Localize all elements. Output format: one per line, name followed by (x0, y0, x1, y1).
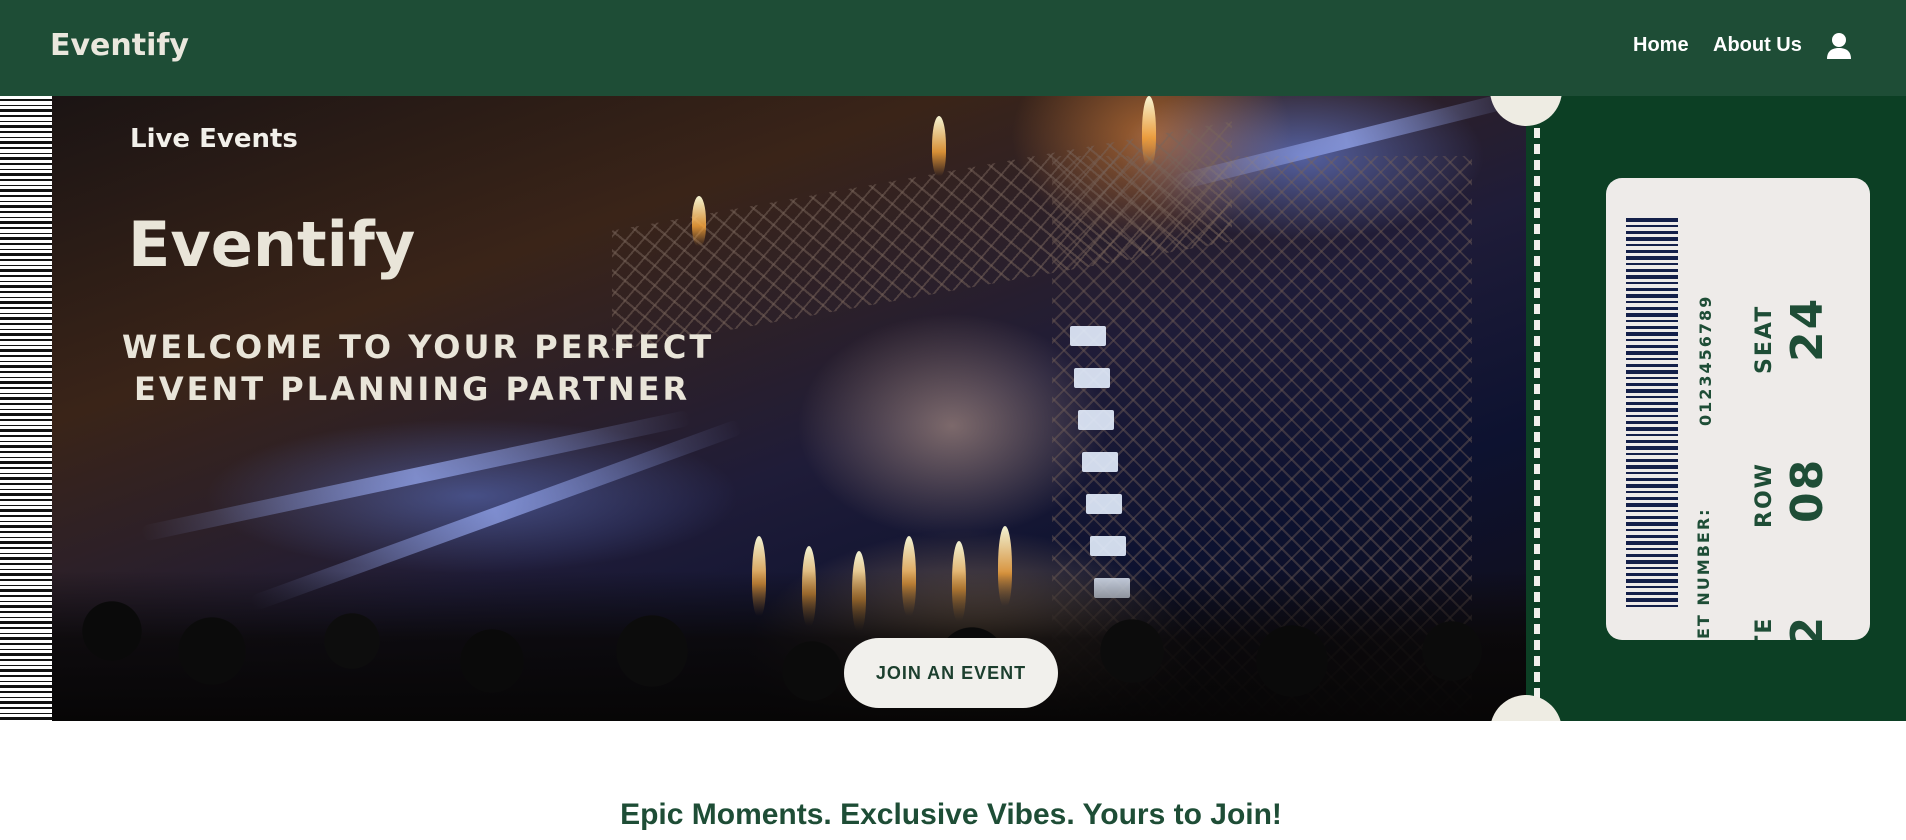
seat-label: SEAT (1752, 304, 1777, 374)
seat-value: 24 (1782, 296, 1833, 362)
stage-flame (692, 196, 706, 246)
join-event-button[interactable]: JOIN AN EVENT (844, 638, 1058, 708)
crowd-silhouette (52, 571, 1526, 721)
section-tagline: Epic Moments. Exclusive Vibes. Yours to … (0, 798, 1906, 832)
stage-flame (932, 116, 946, 176)
ticket-number-label: TICKET NUMBER: (1694, 507, 1713, 640)
stage-screen-light (1090, 536, 1126, 556)
hero-ticket-banner: Live Events Eventify WELCOME TO YOUR PER… (0, 96, 1906, 721)
stage-screen-light (1070, 326, 1106, 346)
perforation-dashes (1534, 96, 1540, 721)
ticket-number-value: 0123456789 (1696, 294, 1715, 426)
tagline-text: Epic Moments. Exclusive Vibes. Yours to … (620, 798, 1282, 831)
brand-logo[interactable]: Eventify (50, 28, 189, 63)
stage-screen-light (1082, 452, 1118, 472)
ticket-perforation-area (1526, 96, 1556, 721)
barcode-strip-decoration (0, 96, 52, 721)
stage-screen-light (1078, 410, 1114, 430)
ticket-card: TICKET NUMBER: 0123456789 GATE 12 ROW 08… (1606, 178, 1870, 640)
hero-subtitle-line-1: WELCOME TO YOUR PERFECT (122, 328, 715, 366)
user-icon[interactable] (1826, 32, 1852, 60)
hero-subtitle: WELCOME TO YOUR PERFECT EVENT PLANNING P… (122, 326, 762, 410)
hero-subtitle-line-2: EVENT PLANNING PARTNER (134, 370, 691, 408)
hero-kicker: Live Events (130, 124, 298, 154)
stage-screen-light (1086, 494, 1122, 514)
gate-label: GATE (1752, 617, 1777, 640)
navbar: Eventify Home About Us (0, 0, 1906, 96)
stage-screen-light (1074, 368, 1110, 388)
row-value: 08 (1782, 457, 1833, 523)
ticket-barcode (1626, 218, 1678, 610)
nav-link-home[interactable]: Home (1633, 34, 1689, 57)
stage-flame (1142, 96, 1156, 166)
hero-title: Eventify (128, 208, 416, 281)
gate-value: 12 (1782, 615, 1833, 640)
nav-link-about-us[interactable]: About Us (1713, 34, 1802, 57)
row-label: ROW (1752, 462, 1777, 528)
